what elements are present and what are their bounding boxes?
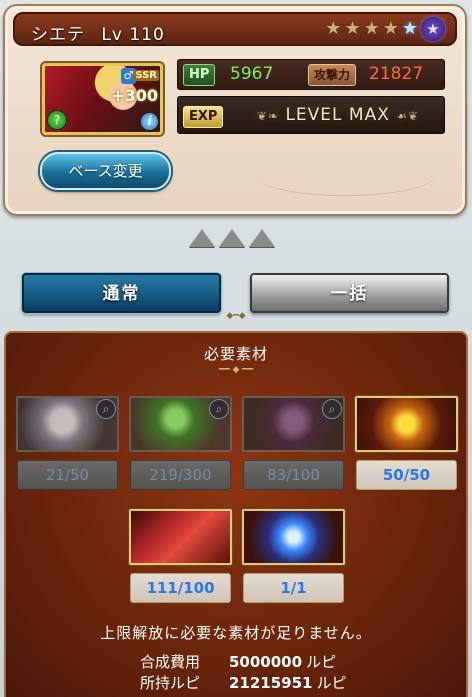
material-count: 50/50 [356, 460, 457, 490]
character-portrait[interactable]: ♂ SSR +300 ? i [42, 63, 163, 135]
purple-star-icon: ★ [421, 17, 445, 41]
material-count: 1/1 [243, 573, 344, 603]
star-icon: ★ [382, 18, 399, 39]
material-red-scroll[interactable] [129, 509, 232, 565]
material-green-gem[interactable]: ⌕ [129, 396, 232, 452]
star-icon: ★ [363, 18, 380, 39]
synthesis-cost-value: 5000000 [229, 653, 303, 671]
synthesis-cost-row: 合成費用 5000000 ルピ [6, 651, 466, 671]
pyramid-icon [249, 229, 275, 247]
star-icon: ★ [325, 18, 342, 39]
synthesis-cost-label: 合成費用 [140, 653, 201, 671]
material-dark-tail[interactable]: ⌕ [242, 396, 345, 452]
level-pyramids [189, 229, 275, 247]
pyramid-icon [189, 229, 215, 247]
material-count: 21/50 [17, 460, 118, 490]
material-count: 83/100 [243, 460, 344, 490]
tab-normal[interactable]: 通常 [22, 273, 221, 313]
exp-status: LEVEL MAX [285, 105, 390, 125]
atk-value: 21827 [369, 64, 424, 84]
zoom-icon[interactable]: ⌕ [322, 399, 342, 419]
material-silver-orb[interactable]: ⌕ [16, 396, 119, 452]
atk-label: 攻撃力 [308, 64, 357, 86]
character-card: シエテ Lv 110 ★ ★ ★ ★ ★ ★ ♂ SSR +300 ? i HP… [3, 4, 467, 216]
material-gold-fragment[interactable] [355, 396, 458, 452]
owned-rupie-value: 21215951 [229, 674, 313, 692]
status-message: 上限解放に必要な素材が足りません。 [100, 624, 372, 642]
wing-right-icon: ☙❦ [396, 109, 420, 123]
currency-unit: ルピ [316, 674, 347, 692]
material-blue-flame[interactable] [242, 509, 345, 565]
character-title-bar: シエテ Lv 110 ★ ★ ★ ★ ★ ★ [13, 12, 457, 46]
star-icon: ★ [344, 18, 361, 39]
character-level: 110 [129, 25, 165, 45]
header-ornament: ━━ ◆ ━━ [218, 365, 254, 375]
zoom-icon[interactable]: ⌕ [209, 399, 229, 419]
level-label: Lv [101, 25, 123, 45]
material-count: 219/300 [130, 460, 231, 490]
rarity-badge: SSR [133, 70, 159, 81]
owned-rupie-label: 所持ルピ [140, 674, 201, 692]
info-icon[interactable]: i [141, 113, 158, 130]
material-count: 111/100 [130, 573, 231, 603]
materials-panel: 必要素材 ━━ ◆ ━━ ⌕ 21/50 ⌕ 219/300 ⌕ 83/100 … [4, 331, 468, 697]
owned-rupie-row: 所持ルピ 21215951 ルピ [6, 672, 466, 692]
exp-panel: EXP ❦❧ LEVEL MAX ☙❦ [177, 96, 445, 134]
card-flourish [255, 155, 435, 196]
blue-star-icon: ★ [401, 18, 418, 39]
stat-panel: HP 5967 攻撃力 21827 [177, 59, 445, 90]
wing-left-icon: ❦❧ [256, 109, 280, 123]
divider-ornament: ◆━◆ [226, 311, 246, 321]
currency-unit: ルピ [306, 653, 337, 671]
uncap-stars: ★ ★ ★ ★ ★ ★ [325, 17, 445, 41]
pyramid-icon [219, 229, 245, 247]
base-change-button[interactable]: ベース変更 [40, 152, 171, 190]
wind-icon: ? [47, 110, 67, 130]
exp-label: EXP [183, 106, 224, 128]
hp-value: 5967 [230, 64, 274, 84]
materials-title: 必要素材 [203, 345, 268, 363]
plus-bonus: +300 [111, 86, 158, 105]
character-name: シエテ [31, 25, 85, 45]
hp-label: HP [183, 64, 216, 86]
zoom-icon[interactable]: ⌕ [96, 399, 116, 419]
tab-bulk[interactable]: 一括 [250, 273, 449, 313]
